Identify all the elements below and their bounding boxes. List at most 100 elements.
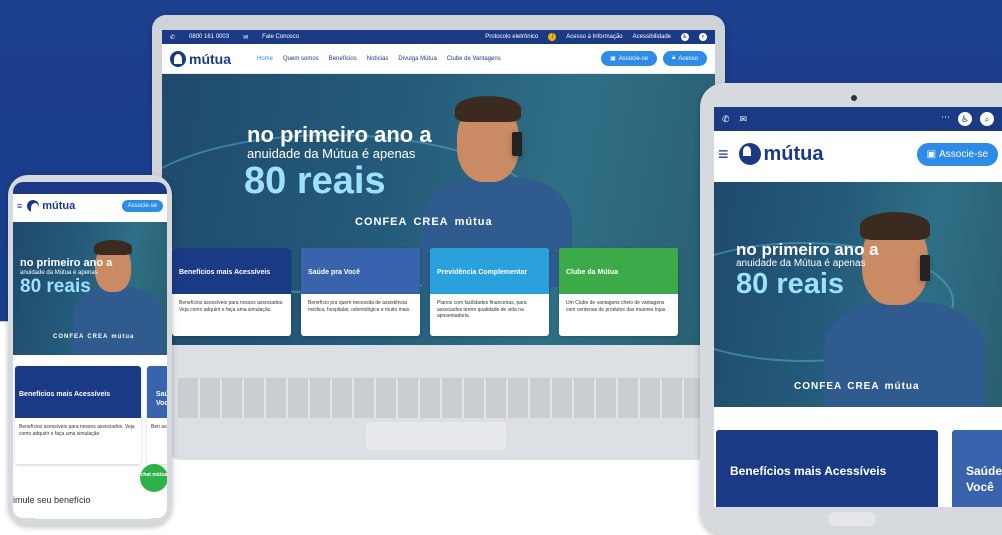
access-button-label: Acesso	[678, 55, 698, 62]
card-clube[interactable]: Clube da Mútua Um Clube de vantagens chei…	[559, 248, 678, 336]
tablet-logo[interactable]: mútua	[738, 142, 824, 166]
brand-crea: CREA	[87, 334, 109, 340]
logo-text: mútua	[763, 142, 824, 165]
card-title: Saúde pra Você	[301, 248, 420, 294]
mail-icon: ✉	[243, 34, 249, 41]
card-text: Benefícios acessíveis para nossos associ…	[179, 300, 284, 313]
brand-confea: CONFEA	[355, 216, 408, 228]
phone-icon: ✆	[722, 113, 730, 124]
nav-beneficios[interactable]: Benefícios	[329, 56, 357, 62]
mutua-logo-icon	[170, 50, 186, 67]
nav-quem-somos[interactable]: Quem somos	[283, 56, 319, 62]
hero-brands: CONFEA CREA mútua	[794, 381, 920, 392]
search-icon[interactable]: ⌕	[980, 112, 994, 126]
laptop-trackpad	[366, 422, 506, 450]
phone-associate-label: Associe-se	[127, 203, 157, 209]
user-card-icon: ▣	[926, 148, 937, 160]
tablet-utility-bar: ✆ ✉ ⋯ ♿ ⌕	[714, 107, 1002, 131]
access-button[interactable]: 🔒︎ Acesso	[663, 51, 707, 66]
associate-button-label: Associe-se	[618, 55, 649, 62]
phone-screen: ≡ mútua Associe-se no primeiro ano a anu…	[13, 182, 167, 518]
mutua-logo-icon	[738, 143, 761, 165]
mutua-logo-icon	[27, 200, 40, 213]
hero-line-1: no primeiro ano a	[20, 257, 113, 269]
card-title: Clube da Mútua	[559, 248, 678, 294]
brand-crea: CREA	[847, 381, 880, 392]
brand-mutua: mútua	[111, 334, 135, 340]
logo-text: mútua	[42, 200, 76, 212]
card-text: Benefícios acessíveis para nossos associ…	[19, 424, 135, 437]
utility-info[interactable]: Acesso à Informação	[566, 34, 622, 40]
phone-card-beneficios[interactable]: Benefícios mais Acessíveis Benefícios ac…	[15, 366, 141, 464]
brand-crea: CREA	[413, 216, 449, 228]
hero-line-1: no primeiro ano a	[736, 240, 879, 259]
phone-hero: no primeiro ano a anuidade da Mútua é ap…	[13, 222, 167, 355]
card-beneficios[interactable]: Benefícios mais Acessíveis Benefícios ace…	[172, 248, 291, 336]
tablet-associate-button[interactable]: ▣ Associe-se	[916, 142, 998, 166]
hero-line-2: anuidade da Mútua é apenas	[247, 146, 416, 161]
card-saude[interactable]: Saúde pra Você Benefício pra quem necessi…	[301, 248, 420, 336]
card-text: Benefício pra quem necessita de assistên…	[308, 300, 411, 313]
phone-associate-button[interactable]: Associe-se	[121, 200, 163, 212]
simule-text: imule seu benefício	[13, 495, 91, 505]
more-icon[interactable]: ⋯	[941, 112, 950, 126]
info-icon: i	[548, 33, 557, 41]
card-text: Um Clube de vantagens cheio de vantagens…	[566, 300, 667, 313]
benefit-cards: Benefícios mais Acessíveis Benefícios ace…	[172, 248, 678, 336]
tablet-associate-label: Associe-se	[939, 148, 988, 160]
user-card-icon: ▣	[610, 56, 616, 62]
card-text: Planos com facilidades financeiras, para…	[437, 300, 527, 319]
phone-nav: ≡ mútua Associe-se	[13, 194, 167, 218]
hero-line-1: no primeiro ano a	[247, 122, 432, 147]
menu-icon[interactable]: ≡	[718, 144, 729, 165]
hero-brands: CONFEA CREA mútua	[53, 334, 134, 340]
phone-icon: ✆	[170, 34, 176, 41]
tablet-camera	[851, 95, 857, 101]
card-text: Ben assi odo	[151, 424, 167, 430]
laptop-keyboard	[178, 378, 702, 418]
utility-protocol[interactable]: Protocolo eletrônico	[485, 34, 538, 40]
search-icon[interactable]: ⌕	[699, 33, 707, 41]
accessibility-icon[interactable]: ♿	[958, 112, 972, 126]
card-title: Benefícios mais Acessíveis	[15, 366, 141, 418]
logo[interactable]: mútua	[170, 50, 231, 67]
tablet-card-saude[interactable]: Saúde Você	[952, 430, 1002, 507]
phone-card-saude[interactable]: Saú Voc Ben assi odo	[147, 366, 167, 464]
menu-icon[interactable]: ≡	[17, 201, 22, 211]
hero-brands: CONFEA CREA mútua	[355, 216, 493, 228]
main-nav: mútua Home Quem somos Benefícios Notícia…	[162, 44, 715, 74]
tablet-hero: no primeiro ano a anuidade da Mútua é ap…	[714, 182, 1002, 407]
brand-mutua: mútua	[454, 216, 493, 228]
mail-icon: ✉	[739, 113, 748, 124]
accessibility-icon[interactable]: ♿	[681, 33, 689, 41]
nav-home[interactable]: Home	[257, 56, 273, 62]
utility-accessibility[interactable]: Acessibilidade	[633, 34, 671, 40]
lock-icon: 🔒︎	[672, 55, 676, 61]
phone-logo[interactable]: mútua	[27, 200, 76, 213]
card-title: Saú Voc	[147, 366, 167, 418]
utility-phone[interactable]: 0800 161 0003	[189, 34, 229, 40]
card-title: Previdência Complementar	[430, 248, 549, 294]
chat-button[interactable]: chat mútua	[140, 464, 167, 492]
nav-noticias[interactable]: Notícias	[367, 56, 389, 62]
utility-contact[interactable]: Fale Conosco	[262, 34, 299, 40]
tablet-screen: ✆ ✉ ⋯ ♿ ⌕ ≡ mútua ▣ Associe-se no primeir…	[714, 107, 1002, 507]
brand-confea: CONFEA	[794, 381, 843, 392]
brand-mutua: mútua	[884, 381, 920, 392]
hero-line-3: 80 reais	[20, 276, 91, 297]
nav-divulga[interactable]: Divulga Mútua	[398, 56, 436, 62]
tablet-nav: ≡ mútua ▣ Associe-se	[714, 131, 1002, 177]
tablet-home-button	[828, 512, 876, 526]
tablet-card-beneficios[interactable]: Benefícios mais Acessíveis	[716, 430, 938, 507]
nav-clube[interactable]: Clube de Vantagens	[447, 56, 501, 62]
hero-man	[814, 197, 994, 407]
logo-text: mútua	[189, 50, 231, 67]
card-title: Benefícios mais Acessíveis	[172, 248, 291, 294]
hero-line-3: 80 reais	[244, 160, 386, 202]
associate-button[interactable]: ▣ Associe-se	[601, 51, 658, 66]
card-previdencia[interactable]: Previdência Complementar Planos com facil…	[430, 248, 549, 336]
phone-home-bar	[33, 511, 153, 519]
brand-confea: CONFEA	[53, 334, 85, 340]
utility-bar: ✆ 0800 161 0003 ✉ Fale Conosco Protocolo…	[162, 30, 715, 44]
phone-utility-bar	[13, 182, 167, 194]
